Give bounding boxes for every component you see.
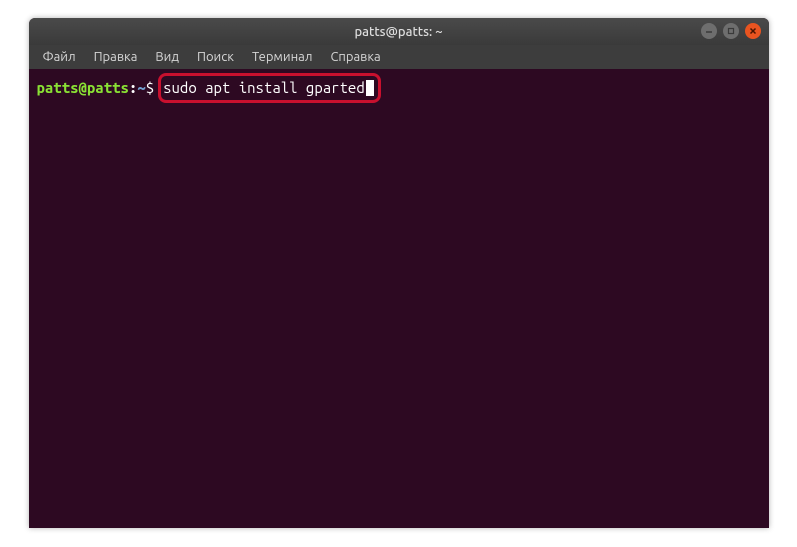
menu-edit[interactable]: Правка: [86, 48, 146, 66]
window-title: patts@patts: ~: [354, 25, 442, 39]
menu-search[interactable]: Поиск: [189, 48, 242, 66]
minimize-button[interactable]: [701, 23, 717, 39]
prompt-colon: :: [129, 78, 137, 98]
menu-file[interactable]: Файл: [35, 48, 84, 66]
terminal-window: patts@patts: ~ Файл Правка Вид Поиск Тер…: [29, 18, 769, 528]
terminal-body[interactable]: patts@patts:~$ sudo apt install gparted: [29, 69, 769, 528]
command-highlight: sudo apt install gparted: [158, 73, 381, 103]
maximize-button[interactable]: [723, 23, 739, 39]
prompt-symbol: $: [146, 78, 154, 98]
prompt-user: patts@patts: [37, 78, 129, 98]
command-text: sudo apt install gparted: [163, 78, 365, 98]
window-controls: [701, 23, 761, 39]
menu-view[interactable]: Вид: [147, 48, 187, 66]
menu-help[interactable]: Справка: [322, 48, 388, 66]
menubar: Файл Правка Вид Поиск Терминал Справка: [29, 45, 769, 69]
close-button[interactable]: [745, 23, 761, 39]
menu-terminal[interactable]: Терминал: [244, 48, 320, 66]
cursor-icon: [366, 80, 374, 96]
prompt-line: patts@patts:~$ sudo apt install gparted: [37, 73, 761, 103]
titlebar: patts@patts: ~: [29, 18, 769, 45]
prompt-path: ~: [137, 78, 145, 98]
